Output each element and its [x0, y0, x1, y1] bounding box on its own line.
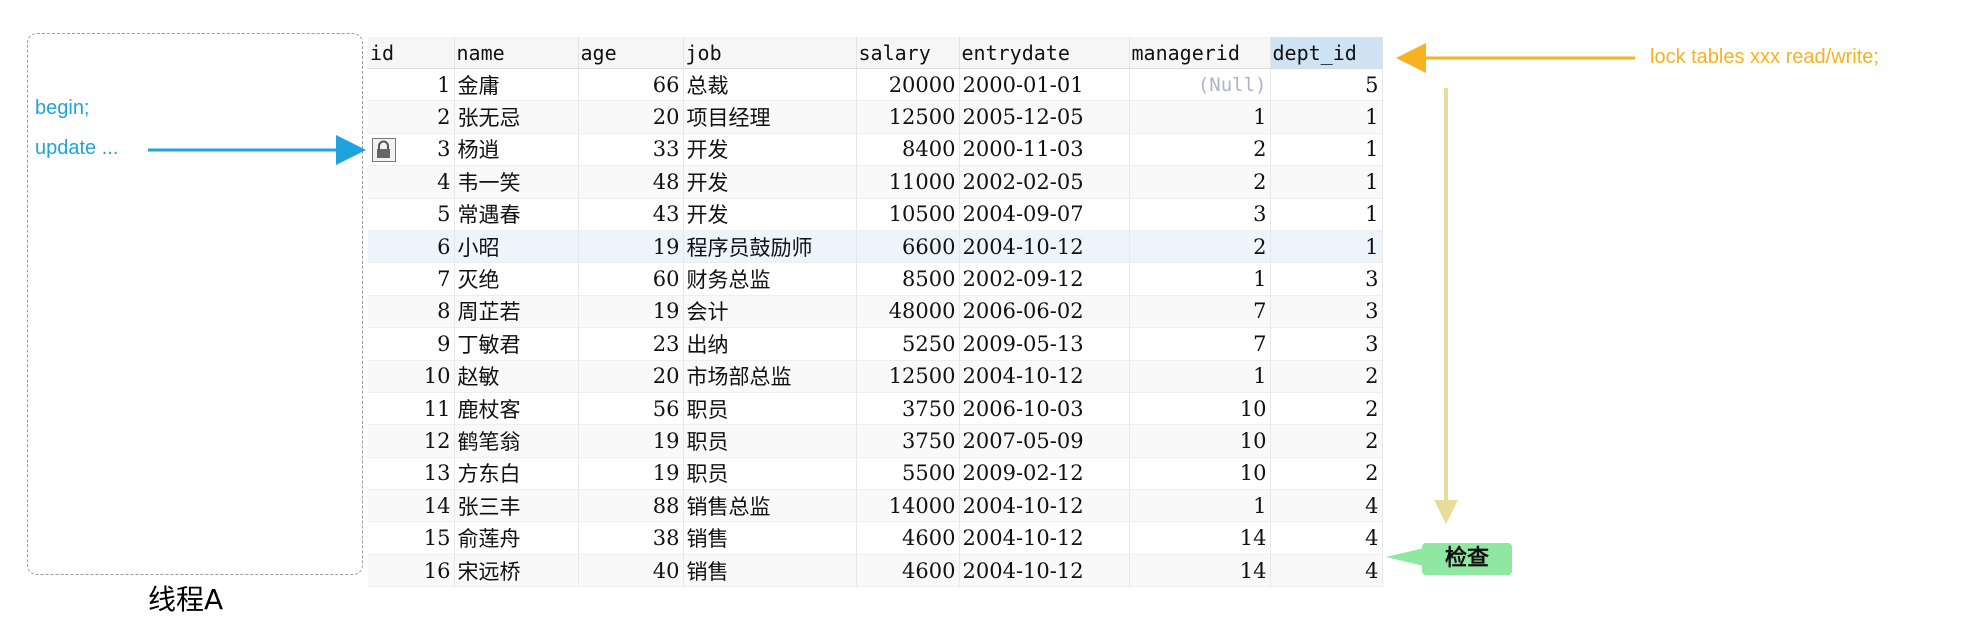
check-badge-pointer — [1386, 548, 1424, 566]
scan-arrow — [1434, 88, 1458, 524]
arrows-overlay — [148, 43, 1635, 566]
